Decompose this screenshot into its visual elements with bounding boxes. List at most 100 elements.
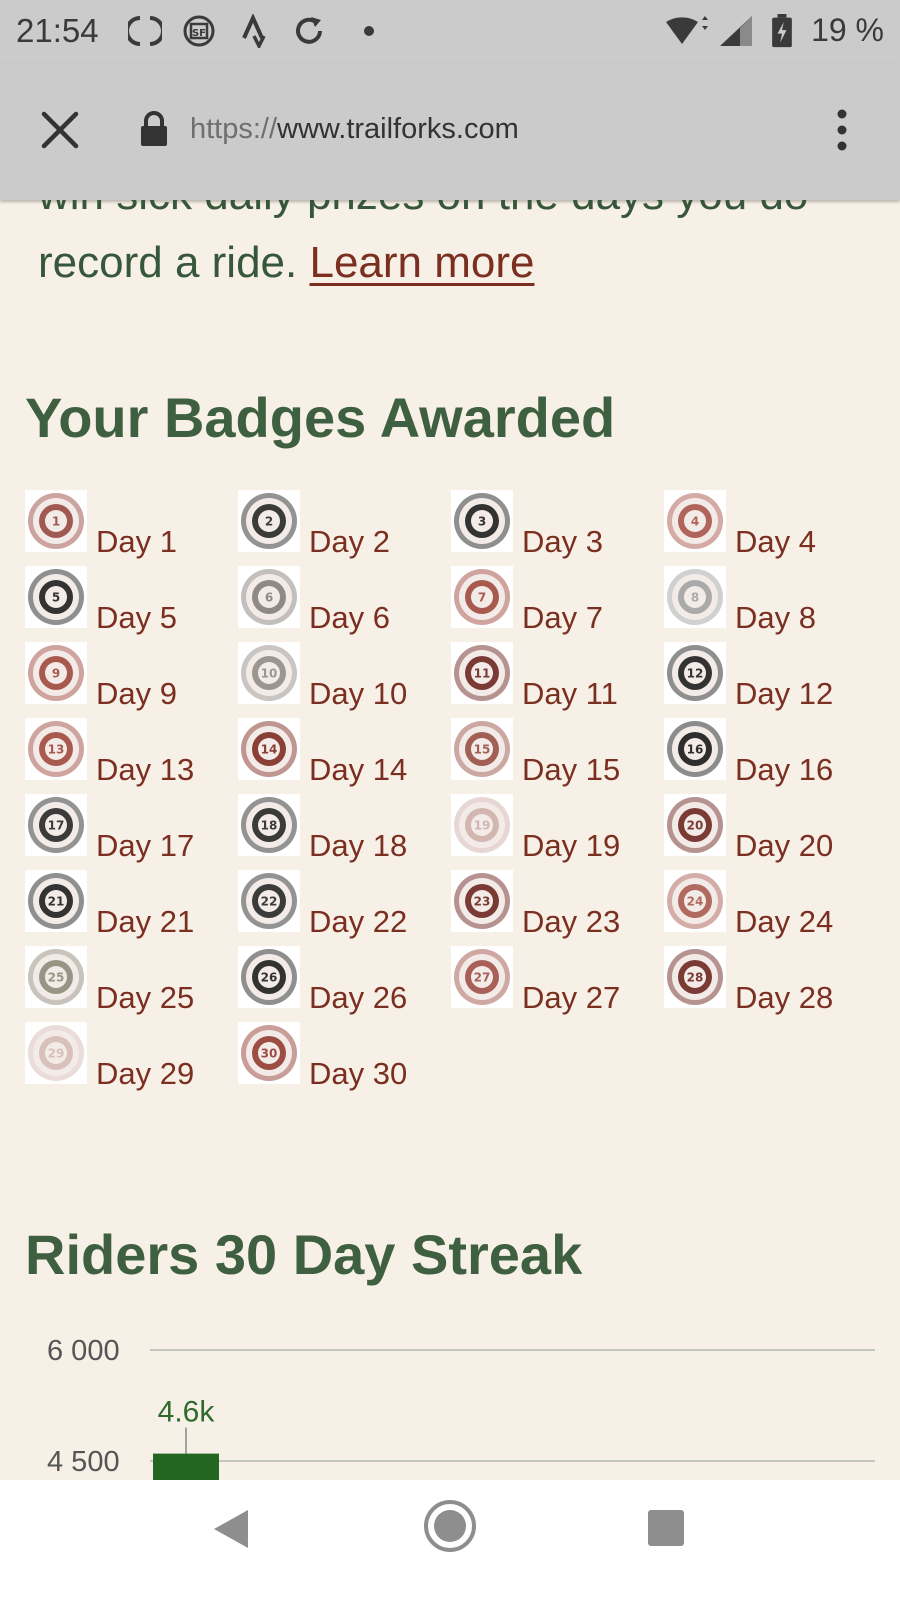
badge-label: Day 3 [522,524,603,559]
badge-item: 16 Day 16 [664,718,874,788]
badges-section-title: Your Badges Awarded [25,386,616,449]
badge-number: 21 [48,895,65,909]
badge-item: 17 Day 17 [25,794,235,864]
badge-label: Day 19 [522,828,621,863]
badge-label: Day 28 [735,980,834,1015]
badge-medal-icon: 6 [238,566,300,628]
badge-item: 15 Day 15 [451,718,661,788]
badge-item: 10 Day 10 [238,642,448,712]
close-icon[interactable] [38,108,82,152]
badge-medal-icon: 13 [25,718,87,780]
badge-item: 2 Day 2 [238,490,448,560]
url-field[interactable]: https://www.trailforks.com [190,113,519,146]
refresh-icon [296,17,322,44]
wifi-icon [666,16,708,44]
badge-medal-icon: 11 [451,642,513,704]
badge-medal-icon: 26 [238,946,300,1008]
badge-label: Day 24 [735,904,834,939]
badge-number: 14 [261,743,278,757]
badge-number: 2 [265,515,273,529]
back-icon[interactable] [208,1506,254,1552]
browser-toolbar: https://www.trailforks.com [0,64,900,200]
badge-item: 1 Day 1 [25,490,235,560]
chart-bar [153,1453,219,1480]
bar-data-label: 4.6k [158,1396,216,1429]
badge-item: 9 Day 9 [25,642,235,712]
badge-label: Day 22 [309,904,408,939]
badge-item: 18 Day 18 [238,794,448,864]
recents-icon[interactable] [646,1508,686,1548]
badge-item: 14 Day 14 [238,718,448,788]
navigation-bar [0,1480,900,1600]
badge-item: 26 Day 26 [238,946,448,1016]
home-icon[interactable] [422,1498,478,1554]
badge-medal-icon: 14 [238,718,300,780]
more-vert-icon[interactable] [830,106,854,154]
badge-number: 5 [52,591,60,605]
learn-more-link[interactable]: Learn more [309,238,534,287]
badge-label: Day 17 [96,828,195,863]
badge-number: 23 [474,895,491,909]
badge-item: 19 Day 19 [451,794,661,864]
badge-number: 29 [48,1047,65,1061]
badge-medal-icon: 10 [238,642,300,704]
badge-medal-icon: 9 [25,642,87,704]
badge-number: 17 [48,819,65,833]
strava-icon [242,14,266,48]
badge-label: Day 9 [96,676,177,711]
sync-circle-icon [128,16,162,46]
badge-label: Day 13 [96,752,195,787]
badge-label: Day 6 [309,600,390,635]
badge-medal-icon: 24 [664,870,726,932]
badge-item: 30 Day 30 [238,1022,448,1092]
badge-label: Day 15 [522,752,621,787]
battery-icon [772,14,792,48]
badge-label: Day 4 [735,524,816,559]
status-time: 21:54 [16,12,99,49]
badge-label: Day 1 [96,524,177,559]
intro-text-cut-line: win sick daily prizes on the days you do [38,200,808,220]
badge-item: 6 Day 6 [238,566,448,636]
badge-item: 13 Day 13 [25,718,235,788]
status-bar: 21:54 SF 19 % [0,0,900,64]
badge-number: 6 [265,591,273,605]
badge-medal-icon: 7 [451,566,513,628]
badge-label: Day 8 [735,600,816,635]
badge-medal-icon: 27 [451,946,513,1008]
badge-item: 24 Day 24 [664,870,874,940]
badge-medal-icon: 22 [238,870,300,932]
battery-percentage: 19 % [811,12,884,48]
badge-label: Day 20 [735,828,834,863]
badge-number: 30 [261,1047,278,1061]
signal-icon [720,16,752,46]
badge-number: 24 [687,895,704,909]
badge-medal-icon: 3 [451,490,513,552]
badge-number: 12 [687,667,704,681]
badge-medal-icon: 18 [238,794,300,856]
badge-label: Day 2 [309,524,390,559]
badge-number: 15 [474,743,491,757]
badge-label: Day 14 [309,752,408,787]
badge-medal-icon: 17 [25,794,87,856]
page-content: win sick daily prizes on the days you do… [0,200,900,1480]
badge-number: 4 [691,515,699,529]
intro-text: record a ride. Learn more [38,238,534,288]
badge-number: 9 [52,667,60,681]
badge-number: 26 [261,971,278,985]
badge-label: Day 26 [309,980,408,1015]
badge-label: Day 30 [309,1056,408,1091]
y-tick-label: 6 000 [47,1335,120,1367]
badge-item: 21 Day 21 [25,870,235,940]
badge-medal-icon: 19 [451,794,513,856]
badge-item: 7 Day 7 [451,566,661,636]
badge-item: 4 Day 4 [664,490,874,560]
badge-medal-icon: 28 [664,946,726,1008]
badge-medal-icon: 5 [25,566,87,628]
badge-item: 3 Day 3 [451,490,661,560]
badge-number: 11 [474,667,491,681]
url-host: www.trailforks.com [277,113,519,145]
streak-section-title: Riders 30 Day Streak [25,1223,583,1286]
badge-item: 23 Day 23 [451,870,661,940]
lock-icon [141,111,167,146]
badge-item: 29 Day 29 [25,1022,235,1092]
